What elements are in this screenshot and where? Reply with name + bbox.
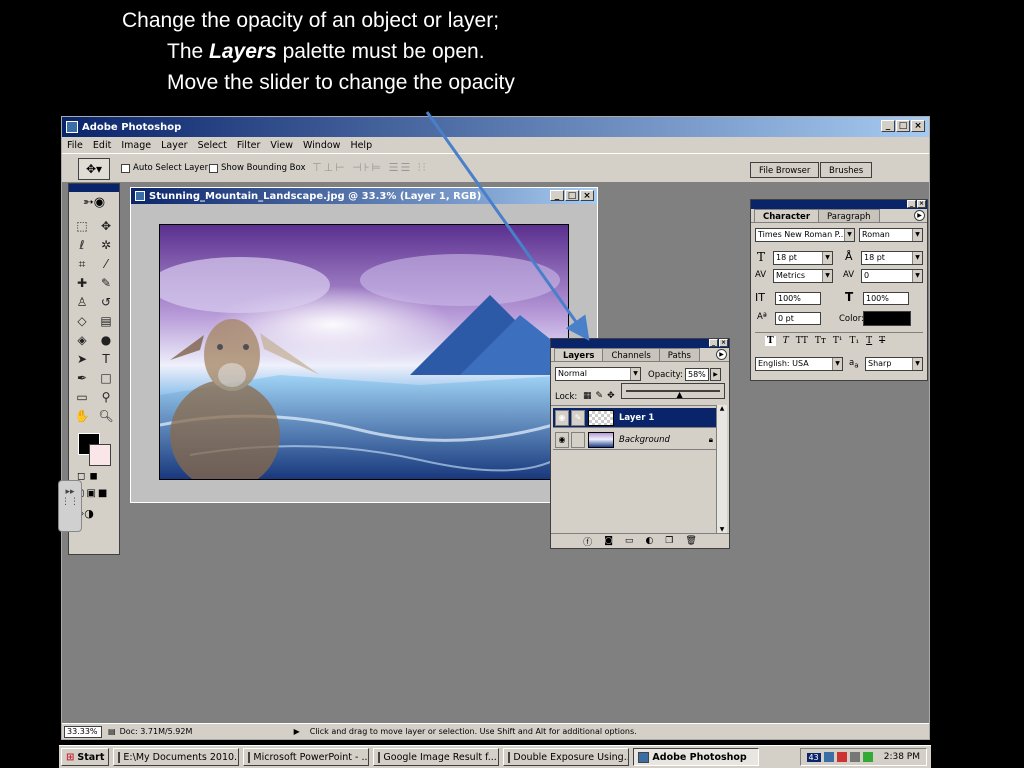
slide-nav-tab[interactable]: ▸▸ ⋮⋮ (58, 480, 82, 532)
taskbar-item-explorer-label: E:\My Documents 2010... (123, 751, 240, 763)
start-button[interactable]: ⊞ Start (61, 748, 110, 766)
system-tray: 43 2:38 PM (799, 748, 927, 766)
taskbar-item-word[interactable]: Double Exposure Using... (503, 748, 630, 766)
windows-logo-icon: ⊞ (66, 751, 75, 763)
taskbar: ⊞ Start E:\My Documents 2010... Microsoft… (59, 745, 931, 768)
powerpoint-icon (248, 751, 251, 763)
volume-icon[interactable] (849, 752, 860, 762)
taskbar-item-powerpoint[interactable]: Microsoft PowerPoint - ... (243, 748, 370, 766)
taskbar-item-browser-label: Google Image Result f... (383, 751, 497, 763)
taskbar-item-powerpoint-label: Microsoft PowerPoint - ... (253, 751, 370, 763)
tray-badge[interactable]: 43 (806, 752, 821, 762)
browser-icon (378, 751, 381, 763)
clock: 2:38 PM (883, 752, 920, 762)
annotation-arrow (425, 111, 590, 341)
photoshop-taskbar-icon (638, 751, 650, 763)
network-icon[interactable] (823, 752, 834, 762)
taskbar-item-browser[interactable]: Google Image Result f... (373, 748, 500, 766)
taskbar-item-photoshop[interactable]: Adobe Photoshop (633, 748, 760, 766)
security-icon[interactable] (836, 752, 847, 762)
update-icon[interactable] (862, 752, 873, 762)
word-icon (508, 751, 511, 763)
folder-icon (118, 751, 121, 763)
start-label: Start (77, 751, 105, 763)
slide: Change the opacity of an object or layer… (0, 0, 1024, 768)
taskbar-item-explorer[interactable]: E:\My Documents 2010... (113, 748, 240, 766)
taskbar-item-word-label: Double Exposure Using... (513, 751, 630, 763)
taskbar-item-photoshop-label: Adobe Photoshop (652, 751, 747, 763)
